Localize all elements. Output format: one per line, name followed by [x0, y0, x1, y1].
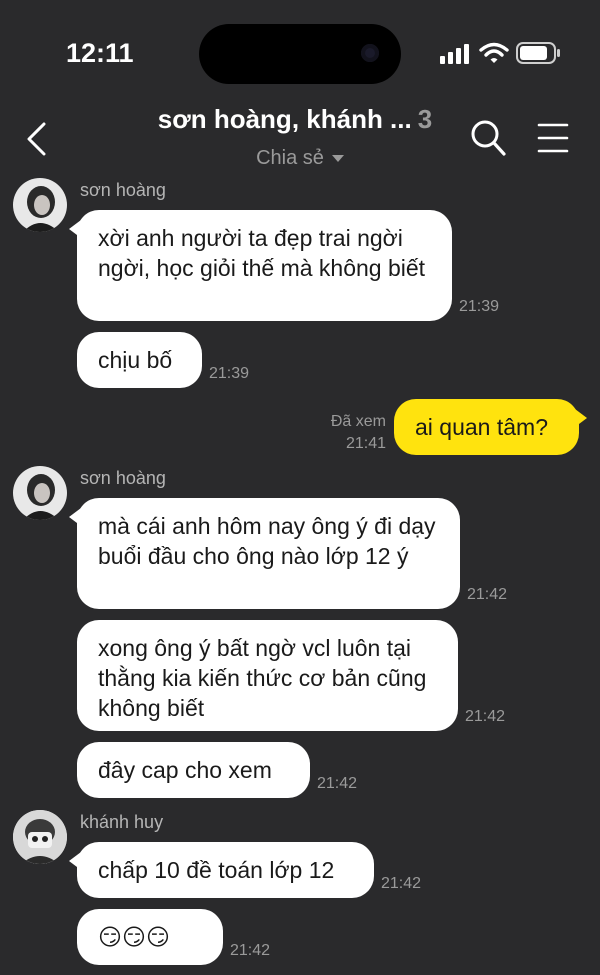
message-time: 21:39	[209, 365, 250, 382]
member-count: 3	[417, 104, 433, 134]
menu-icon[interactable]	[537, 122, 569, 154]
seen-status: Đã xem	[330, 413, 386, 430]
message-bubble[interactable]: 😏😏😏	[77, 909, 223, 965]
message-bubble[interactable]: chịu bố	[77, 332, 202, 388]
avatar-photo	[13, 178, 67, 232]
signal-icon	[440, 44, 469, 64]
message-time: 21:41	[345, 435, 386, 452]
message-text: chấp 10 đề toán lớp 12	[98, 857, 335, 883]
message-bubble[interactable]: xời anh người ta đẹp trai ngời ngời, học…	[69, 210, 452, 321]
avatar[interactable]	[13, 810, 67, 864]
message-text: mà cái anh hôm nay ông ý đi dạy buổi đầu…	[98, 513, 436, 569]
wifi-icon	[479, 42, 509, 63]
avatar-photo	[13, 466, 67, 520]
message-text: đây cap cho xem	[98, 757, 272, 783]
outgoing-message-bubble[interactable]: ai quan tâm?	[394, 399, 587, 455]
message-text: xong ông ý bất ngờ vcl luôn tại thằng ki…	[98, 635, 427, 721]
battery-icon	[516, 42, 560, 64]
message-time: 21:42	[317, 775, 358, 792]
sender-name: sơn hoàng	[80, 180, 166, 200]
sender-name: sơn hoàng	[80, 468, 166, 488]
message-time: 21:42	[467, 586, 508, 603]
chevron-left-icon[interactable]	[24, 122, 50, 156]
search-icon[interactable]	[469, 118, 507, 158]
message-text: 😏😏😏	[98, 924, 170, 950]
caret-down-icon	[331, 155, 344, 163]
message-bubble[interactable]: chấp 10 đề toán lớp 12	[69, 842, 374, 898]
message-text: xời anh người ta đẹp trai ngời ngời, học…	[98, 225, 426, 281]
message-time: 21:42	[465, 708, 506, 725]
avatar[interactable]	[13, 466, 67, 520]
message-time: 21:42	[230, 942, 271, 959]
camera-icon	[361, 44, 379, 62]
avatar-photo	[13, 810, 67, 864]
chat-title[interactable]: sơn hoàng, khánh ... 3	[120, 104, 470, 135]
status-time: 12:11	[66, 38, 134, 68]
conversation-name: sơn hoàng, khánh ...	[157, 104, 412, 134]
message-bubble[interactable]: mà cái anh hôm nay ông ý đi dạy buổi đầu…	[69, 498, 460, 609]
message-time: 21:42	[381, 875, 422, 892]
share-label: Chia sẻ	[256, 147, 324, 169]
message-text: chịu bố	[98, 347, 173, 373]
message-bubble[interactable]: đây cap cho xem	[77, 742, 310, 798]
sender-name: khánh huy	[80, 812, 164, 832]
share-dropdown[interactable]: Chia sẻ	[200, 147, 400, 170]
avatar[interactable]	[13, 178, 67, 232]
message-text: ai quan tâm?	[415, 414, 548, 440]
dynamic-island	[199, 24, 401, 84]
message-time: 21:39	[459, 298, 500, 315]
message-bubble[interactable]: xong ông ý bất ngờ vcl luôn tại thằng ki…	[77, 620, 458, 731]
